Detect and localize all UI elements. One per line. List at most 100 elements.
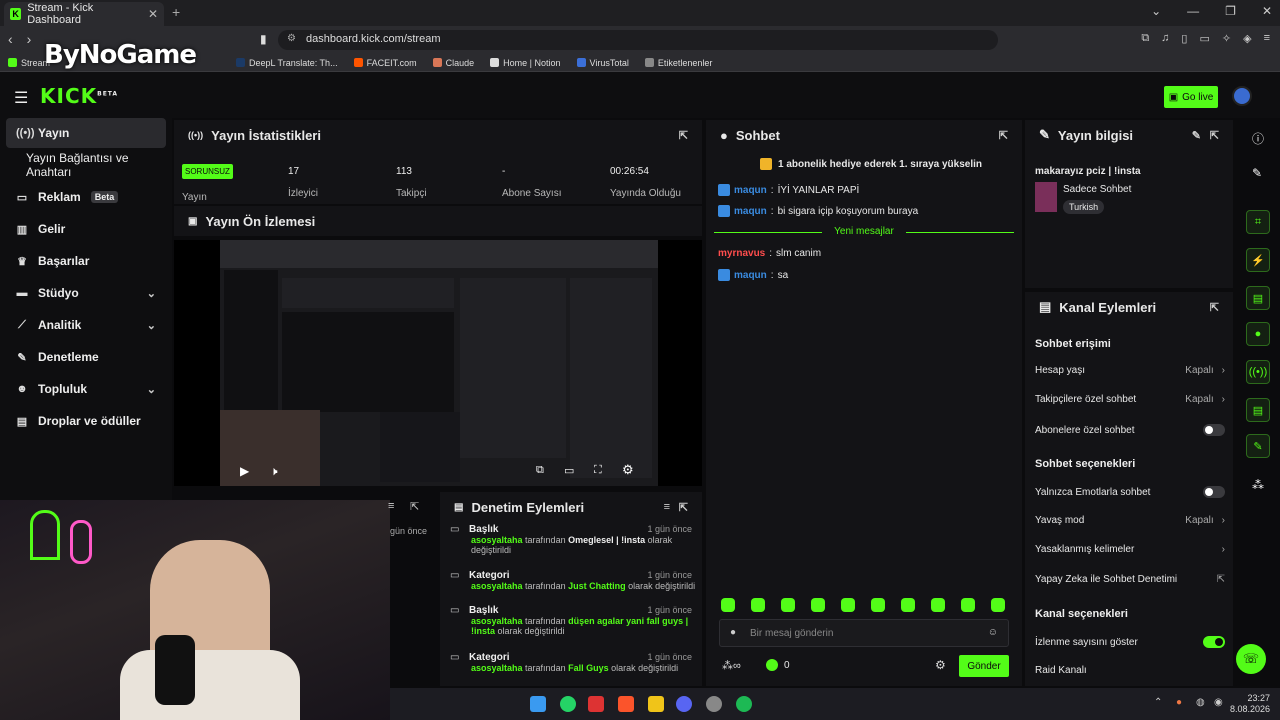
- followers-only-row[interactable]: Takipçilere özel sohbet Kapalı ›: [1035, 394, 1225, 405]
- sidebar-item-denetleme[interactable]: ✎ Denetleme: [6, 342, 166, 372]
- popout-icon[interactable]: ⇱: [410, 500, 419, 513]
- popout-icon[interactable]: ⇱: [999, 129, 1008, 142]
- close-window-icon[interactable]: ✕: [1262, 4, 1272, 18]
- sidebar-item-yayin[interactable]: ((•)) Yayın: [6, 118, 166, 148]
- channel-points[interactable]: 0: [766, 659, 790, 671]
- chat-input[interactable]: ● Bir mesaj gönderin ☺: [719, 619, 1009, 647]
- sidebar-item-gelir[interactable]: ▥ Gelir: [6, 214, 166, 244]
- emote-picker-icon[interactable]: ●: [730, 627, 736, 638]
- community-icon[interactable]: ⁂∞: [722, 659, 741, 672]
- rail-lightning-icon[interactable]: ⚡: [1246, 248, 1270, 272]
- emote-icon[interactable]: [991, 598, 1005, 612]
- emoji-icon[interactable]: ☺: [988, 627, 998, 638]
- pip-icon[interactable]: ⧉: [536, 464, 544, 477]
- edit-icon[interactable]: ✎: [1252, 166, 1262, 180]
- rail-chat-icon[interactable]: ●: [1246, 322, 1270, 346]
- stream-preview-video[interactable]: ▶ 🕨 ⧉ ▭ ⛶ ⚙: [174, 240, 702, 486]
- support-chat-icon[interactable]: ☏: [1236, 644, 1266, 674]
- bookmark-icon[interactable]: ▮: [260, 32, 267, 46]
- filter-icon[interactable]: ≡: [388, 500, 394, 512]
- vpn-icon[interactable]: ◈: [1243, 32, 1251, 45]
- file-explorer-icon[interactable]: [648, 696, 664, 712]
- user-avatar[interactable]: [1232, 86, 1252, 106]
- emote-icon[interactable]: [751, 598, 765, 612]
- emote-icon[interactable]: [961, 598, 975, 612]
- rail-wrench-icon[interactable]: ✎: [1246, 434, 1270, 458]
- browser-tab[interactable]: K Stream - Kick Dashboard ✕: [4, 2, 164, 26]
- bookmark-item[interactable]: Home | Notion: [490, 58, 561, 68]
- clock[interactable]: 23:27 8.08.2026: [1230, 693, 1270, 715]
- chat-message[interactable]: maqun: bi sigara içip koşuyorum buraya: [718, 205, 918, 217]
- slow-mode-row[interactable]: Yavaş mod Kapalı ›: [1035, 515, 1225, 526]
- tray-chevron-icon[interactable]: ⌃: [1154, 697, 1162, 708]
- emote-icon[interactable]: [811, 598, 825, 612]
- popout-icon[interactable]: ⇱: [1210, 301, 1219, 314]
- edit-icon[interactable]: ✎: [1192, 129, 1201, 142]
- emote-icon[interactable]: [931, 598, 945, 612]
- maximize-icon[interactable]: ❐: [1225, 4, 1236, 18]
- url-field[interactable]: ⚙ dashboard.kick.com/stream: [278, 30, 998, 50]
- tag-badge[interactable]: Turkish: [1063, 200, 1105, 214]
- chat-message[interactable]: maqun: İYİ YAINLAR PAPİ: [718, 184, 859, 196]
- sidebar-item-droplar[interactable]: ▤ Droplar ve ödüller: [6, 406, 166, 436]
- extension-icon[interactable]: ⧉: [1141, 32, 1149, 45]
- bookmark-item[interactable]: Claude: [432, 58, 474, 68]
- whatsapp-icon[interactable]: [560, 696, 576, 712]
- chat-settings-icon[interactable]: ⚙: [935, 658, 946, 672]
- spotify-icon[interactable]: [736, 696, 752, 712]
- ai-moderation-row[interactable]: Yapay Zeka ile Sohbet Denetimi ⇱: [1035, 574, 1225, 585]
- settings-icon[interactable]: ⚙: [622, 462, 634, 478]
- filter-icon[interactable]: ≡: [664, 501, 670, 513]
- rail-broadcast-icon[interactable]: ((•)): [1246, 360, 1270, 384]
- popout-icon[interactable]: ⇱: [679, 129, 688, 142]
- network-icon[interactable]: ◍: [1196, 697, 1205, 708]
- emote-icon[interactable]: [781, 598, 795, 612]
- info-icon[interactable]: ⓘ: [1252, 130, 1264, 147]
- bookmark-item[interactable]: FACEIT.com: [353, 58, 417, 68]
- close-tab-icon[interactable]: ✕: [148, 7, 158, 21]
- go-live-button[interactable]: ▣ Go live: [1164, 86, 1218, 108]
- subscribers-only-toggle[interactable]: [1203, 424, 1225, 436]
- sidebar-item-stream-key[interactable]: Yayın Bağlantısı ve Anahtarı: [6, 150, 166, 180]
- wallet-icon[interactable]: ▭: [1199, 32, 1209, 45]
- community-icon[interactable]: ⁂: [1252, 478, 1264, 492]
- forward-icon[interactable]: ›: [27, 31, 32, 47]
- fullscreen-icon[interactable]: ⛶: [594, 464, 602, 477]
- chat-message[interactable]: maqun: sa: [718, 269, 788, 281]
- app-icon[interactable]: [588, 696, 604, 712]
- site-info-icon[interactable]: ⚙: [287, 33, 296, 44]
- new-tab-icon[interactable]: +: [172, 4, 180, 20]
- sidebar-item-analitik[interactable]: ⟋ Analitik ⌄: [6, 310, 166, 340]
- mute-icon[interactable]: 🕨: [270, 464, 278, 479]
- category-name[interactable]: Sadece Sohbet: [1063, 184, 1131, 195]
- brave-browser-icon[interactable]: [618, 696, 634, 712]
- minimize-icon[interactable]: —: [1187, 4, 1199, 18]
- emotes-only-toggle[interactable]: [1203, 486, 1225, 498]
- kick-logo[interactable]: KICKBETA: [40, 84, 118, 108]
- pinned-message[interactable]: 1 abonelik hediye ederek 1. sıraya yükse…: [760, 158, 982, 170]
- emote-icon[interactable]: [871, 598, 885, 612]
- rail-document-icon[interactable]: ▤: [1246, 286, 1270, 310]
- volume-icon[interactable]: ◉: [1214, 697, 1223, 708]
- back-icon[interactable]: ‹: [8, 31, 13, 47]
- popout-icon[interactable]: ⇱: [1210, 129, 1219, 142]
- chevron-down-icon[interactable]: ⌄: [1151, 4, 1161, 18]
- music-icon[interactable]: ♫: [1161, 32, 1169, 45]
- popout-icon[interactable]: ⇱: [679, 501, 688, 514]
- bookmark-item[interactable]: Etiketlenenler: [644, 58, 712, 68]
- discord-icon[interactable]: [676, 696, 692, 712]
- rail-moderation-icon[interactable]: ▤: [1246, 398, 1270, 422]
- rail-camera-icon[interactable]: ⌗: [1246, 210, 1270, 234]
- ai-icon[interactable]: ✧: [1222, 32, 1231, 45]
- account-age-row[interactable]: Hesap yaşı Kapalı ›: [1035, 365, 1225, 376]
- send-button[interactable]: Gönder: [959, 655, 1009, 677]
- show-viewers-toggle[interactable]: [1203, 636, 1225, 648]
- emote-icon[interactable]: [841, 598, 855, 612]
- raid-row[interactable]: Raid Kanalı: [1035, 665, 1225, 676]
- bookmark-item[interactable]: VirusTotal: [576, 58, 629, 68]
- theater-icon[interactable]: ▭: [564, 464, 574, 477]
- play-icon[interactable]: ▶: [240, 464, 249, 478]
- sidebar-item-topluluk[interactable]: ☻ Topluluk ⌄: [6, 374, 166, 404]
- sidebar-item-reklam[interactable]: ▭ Reklam Beta: [6, 182, 166, 212]
- chat-message[interactable]: myrnavus: slm canim: [718, 248, 821, 259]
